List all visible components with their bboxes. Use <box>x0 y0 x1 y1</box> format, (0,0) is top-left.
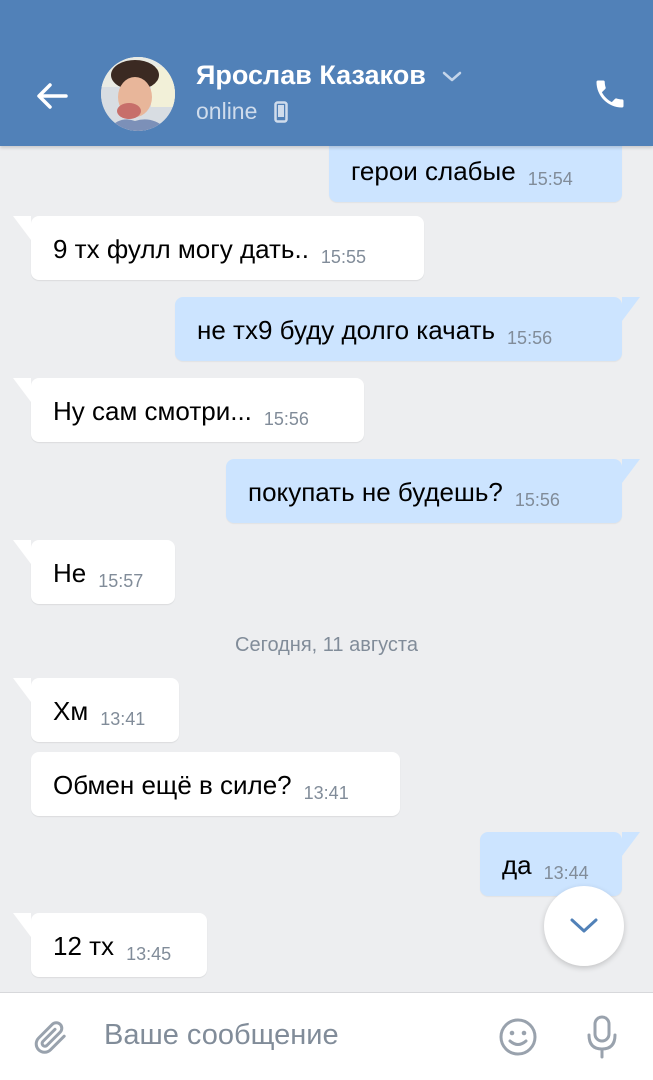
chevron-down-icon[interactable] <box>441 70 463 84</box>
message-input[interactable] <box>90 1013 498 1057</box>
arrow-left-icon[interactable] <box>32 76 72 116</box>
message-composer <box>0 992 653 1080</box>
message-time: 15:56 <box>507 328 553 348</box>
message-time: 15:56 <box>263 409 309 429</box>
message-outgoing[interactable]: герои слабые 15:54 <box>329 146 622 202</box>
message-incoming[interactable]: Не 15:57 <box>13 540 175 604</box>
message-time: 15:54 <box>527 169 573 189</box>
message-text: 12 тх <box>53 931 115 961</box>
message-time: 13:41 <box>100 709 146 729</box>
message-time: 15:55 <box>320 247 366 267</box>
message-incoming[interactable]: Хм 13:41 <box>13 678 179 742</box>
paperclip-icon[interactable] <box>30 1017 70 1057</box>
message-text: Хм <box>53 696 89 726</box>
scroll-down-button[interactable] <box>544 886 624 966</box>
message-outgoing[interactable]: не тх9 буду долго качать 15:56 <box>175 297 640 361</box>
contact-name[interactable]: Ярослав Казаков <box>196 60 426 91</box>
message-time: 13:41 <box>303 783 349 803</box>
message-list[interactable]: герои слабые 15:54 9 тх фулл могу дать.. 1… <box>0 146 653 992</box>
date-separator: Сегодня, 11 августа <box>235 634 418 656</box>
message-text: Обмен ещё в силе? <box>53 770 292 800</box>
message-outgoing[interactable]: покупать не будешь? 15:56 <box>226 459 640 523</box>
microphone-icon[interactable] <box>584 1015 620 1059</box>
phone-call-icon[interactable] <box>592 76 628 112</box>
message-text: Ну сам смотри... <box>53 396 252 426</box>
avatar[interactable] <box>101 57 175 131</box>
message-incoming[interactable]: Обмен ещё в силе? 13:41 <box>31 752 400 816</box>
message-text: 9 тх фулл могу дать.. <box>53 234 309 264</box>
chat-header: Ярослав Казаков online <box>0 0 653 146</box>
message-incoming[interactable]: 9 тх фулл могу дать.. 15:55 <box>13 216 424 280</box>
message-time: 13:45 <box>126 944 172 964</box>
message-incoming[interactable]: 12 тх 13:45 <box>13 913 207 977</box>
online-status: online <box>196 98 258 124</box>
message-time: 15:57 <box>98 571 144 591</box>
chevron-down-icon <box>570 918 598 933</box>
message-text: герои слабые <box>351 156 516 186</box>
message-time: 13:44 <box>543 863 589 883</box>
message-text: покупать не будешь? <box>248 477 503 507</box>
smiley-icon[interactable] <box>498 1017 538 1057</box>
message-time: 15:56 <box>514 490 560 510</box>
message-text: да <box>502 850 532 880</box>
message-text: не тх9 буду долго качать <box>197 315 496 345</box>
phone-device-icon <box>274 101 288 123</box>
message-text: Не <box>53 558 87 588</box>
message-incoming[interactable]: Ну сам смотри... 15:56 <box>13 378 364 442</box>
message-outgoing[interactable]: да 13:44 <box>480 832 640 896</box>
